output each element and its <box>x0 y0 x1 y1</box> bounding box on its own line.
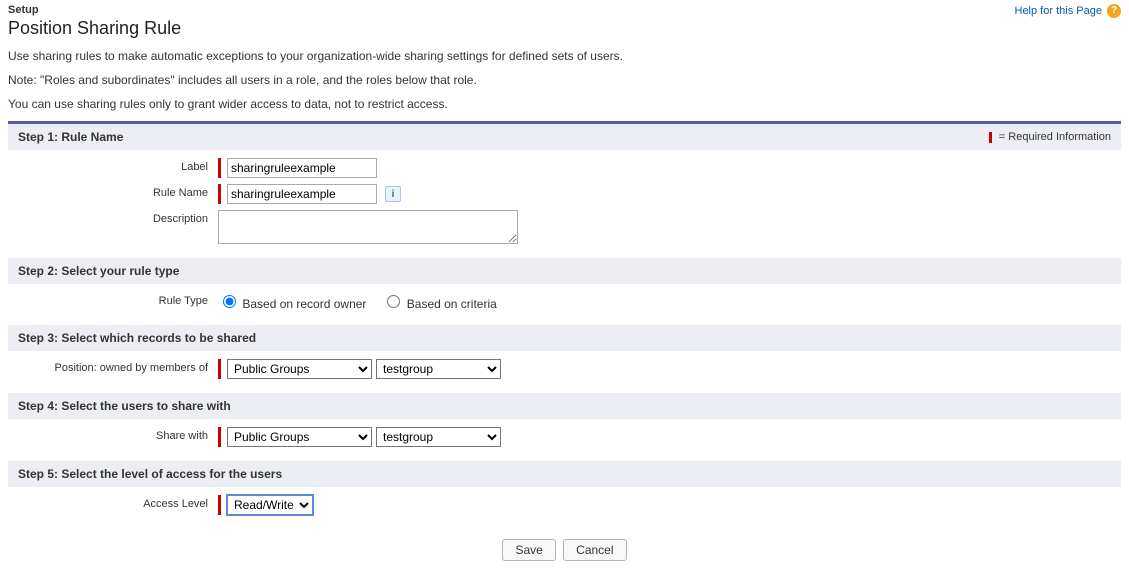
owned-by-label: Position: owned by members of <box>18 359 218 374</box>
rulename-input[interactable] <box>227 184 377 204</box>
access-level-label: Access Level <box>18 495 218 510</box>
setup-label: Setup <box>8 4 1121 16</box>
required-mark-icon <box>989 132 992 143</box>
step2-heading: Step 2: Select your rule type <box>18 264 179 278</box>
access-level-select[interactable]: Read/Write <box>227 495 313 515</box>
step3-header: Step 3: Select which records to be share… <box>8 325 1121 351</box>
step4-heading: Step 4: Select the users to share with <box>18 399 231 413</box>
ruletype-field-label: Rule Type <box>18 292 218 307</box>
label-input[interactable] <box>227 158 377 178</box>
ruletype-owner-label: Based on record owner <box>242 297 366 311</box>
cancel-button[interactable]: Cancel <box>563 539 626 561</box>
ruletype-owner-radio[interactable] <box>223 295 236 308</box>
help-link[interactable]: Help for this Page <box>1015 5 1102 17</box>
owned-value-select[interactable]: testgroup <box>376 359 501 379</box>
owned-category-select[interactable]: Public Groups <box>227 359 372 379</box>
required-info: = Required Information <box>989 131 1111 143</box>
help-for-page[interactable]: Help for this Page ? <box>1015 4 1122 18</box>
info-icon[interactable]: i <box>385 186 401 202</box>
step4-header: Step 4: Select the users to share with <box>8 393 1121 419</box>
step3-heading: Step 3: Select which records to be share… <box>18 331 256 345</box>
ruletype-owner-option[interactable]: Based on record owner <box>218 292 366 311</box>
step5-heading: Step 5: Select the level of access for t… <box>18 467 282 481</box>
save-button[interactable]: Save <box>502 539 555 561</box>
required-bar-icon <box>218 495 221 515</box>
description-field-label: Description <box>18 210 218 225</box>
step1-heading: Step 1: Rule Name <box>18 130 123 144</box>
intro-text-3: You can use sharing rules only to grant … <box>8 97 1121 111</box>
step5-header: Step 5: Select the level of access for t… <box>8 461 1121 487</box>
required-text: = Required Information <box>999 131 1111 143</box>
step1-header: Step 1: Rule Name = Required Information <box>8 124 1121 150</box>
share-with-label: Share with <box>18 427 218 442</box>
step2-header: Step 2: Select your rule type <box>8 258 1121 284</box>
ruletype-criteria-radio[interactable] <box>387 295 400 308</box>
required-bar-icon <box>218 359 221 379</box>
ruletype-criteria-option[interactable]: Based on criteria <box>382 292 496 311</box>
page-title: Position Sharing Rule <box>8 18 1121 39</box>
required-bar-icon <box>218 158 221 178</box>
label-field-label: Label <box>18 158 218 173</box>
share-value-select[interactable]: testgroup <box>376 427 501 447</box>
rulename-field-label: Rule Name <box>18 184 218 199</box>
intro-text-1: Use sharing rules to make automatic exce… <box>8 49 1121 63</box>
share-category-select[interactable]: Public Groups <box>227 427 372 447</box>
required-bar-icon <box>218 184 221 204</box>
ruletype-criteria-label: Based on criteria <box>407 297 497 311</box>
intro-text-2: Note: "Roles and subordinates" includes … <box>8 73 1121 87</box>
description-textarea[interactable] <box>218 210 518 244</box>
help-icon[interactable]: ? <box>1107 4 1121 18</box>
required-bar-icon <box>218 427 221 447</box>
